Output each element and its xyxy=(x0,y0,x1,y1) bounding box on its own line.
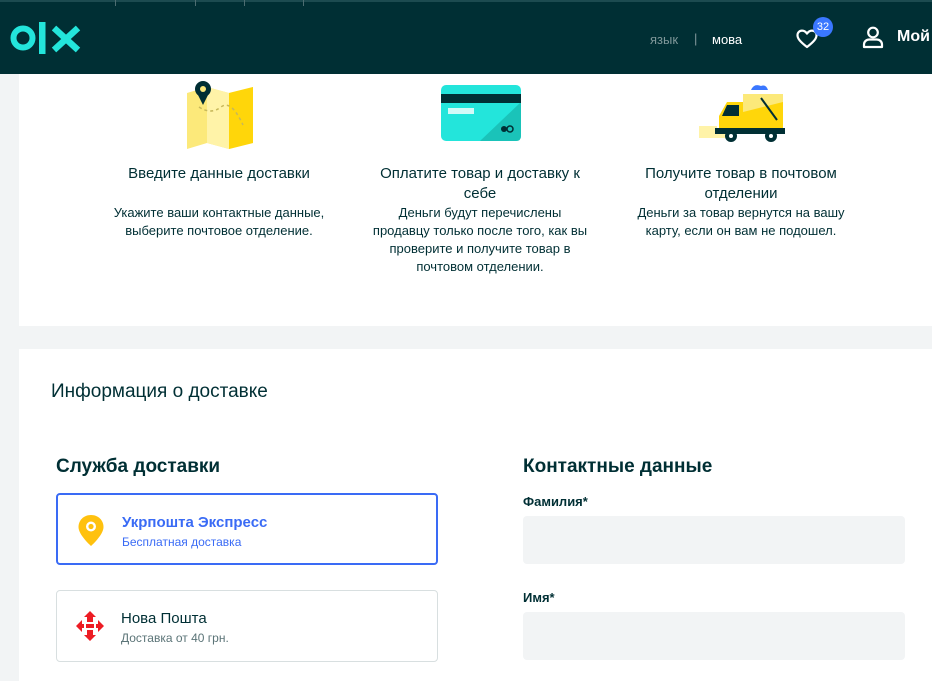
first-name-input[interactable] xyxy=(523,612,905,660)
last-name-label: Фамилия* xyxy=(523,494,588,509)
step-title: Введите данные доставки xyxy=(128,165,310,182)
olx-logo[interactable] xyxy=(10,20,84,56)
delivery-truck-icon xyxy=(699,85,785,142)
contacts-title: Контактные данные xyxy=(523,456,713,477)
step-title: Оплатите товар и доставку к себе xyxy=(380,165,580,202)
language-separator: | xyxy=(694,31,698,46)
delivery-option-name: Нова Пошта xyxy=(121,610,207,627)
top-header: язык | мова 32 Мой xyxy=(0,0,932,74)
language-ua-link[interactable]: мова xyxy=(712,32,742,47)
step-title: Получите товар в почтовом отделении xyxy=(645,165,837,202)
delivery-option-name: Укрпошта Экспресс xyxy=(122,514,268,531)
first-name-label: Имя* xyxy=(523,590,555,605)
step-description: Укажите ваши контактные данные, выберите… xyxy=(113,205,325,238)
account-label[interactable]: Мой xyxy=(897,28,930,46)
last-name-input[interactable] xyxy=(523,516,905,564)
delivery-section-title: Информация о доставке xyxy=(51,381,268,402)
delivery-option-ukrposhta[interactable]: Укрпошта Экспресс Бесплатная доставка xyxy=(56,493,438,565)
step-description: Деньги за товар вернутся на вашу карту, … xyxy=(637,205,845,238)
delivery-option-price: Доставка от 40 грн. xyxy=(121,631,229,645)
delivery-option-price: Бесплатная доставка xyxy=(122,535,242,549)
step-description: Деньги будут перечислены продавцу только… xyxy=(372,205,588,274)
language-ru-link[interactable]: язык xyxy=(650,32,678,47)
header-top-line xyxy=(0,0,932,2)
favorites-count-badge: 32 xyxy=(813,17,833,37)
map-pin-icon xyxy=(187,81,253,149)
header-divider xyxy=(195,0,196,6)
delivery-info-card: Информация о доставке Служба доставки Ук… xyxy=(19,349,932,681)
user-icon[interactable] xyxy=(861,25,885,49)
credit-card-icon xyxy=(441,85,521,141)
delivery-option-novaposhta[interactable]: Нова Пошта Доставка от 40 грн. xyxy=(56,590,438,662)
header-divider xyxy=(244,0,245,6)
header-divider xyxy=(115,0,116,6)
how-it-works-card: Введите данные доставки Укажите ваши кон… xyxy=(19,74,932,326)
novaposhta-logo-icon xyxy=(76,611,104,641)
header-divider xyxy=(303,0,304,6)
ukrposhta-logo-icon xyxy=(78,515,104,546)
delivery-service-title: Служба доставки xyxy=(56,456,221,477)
